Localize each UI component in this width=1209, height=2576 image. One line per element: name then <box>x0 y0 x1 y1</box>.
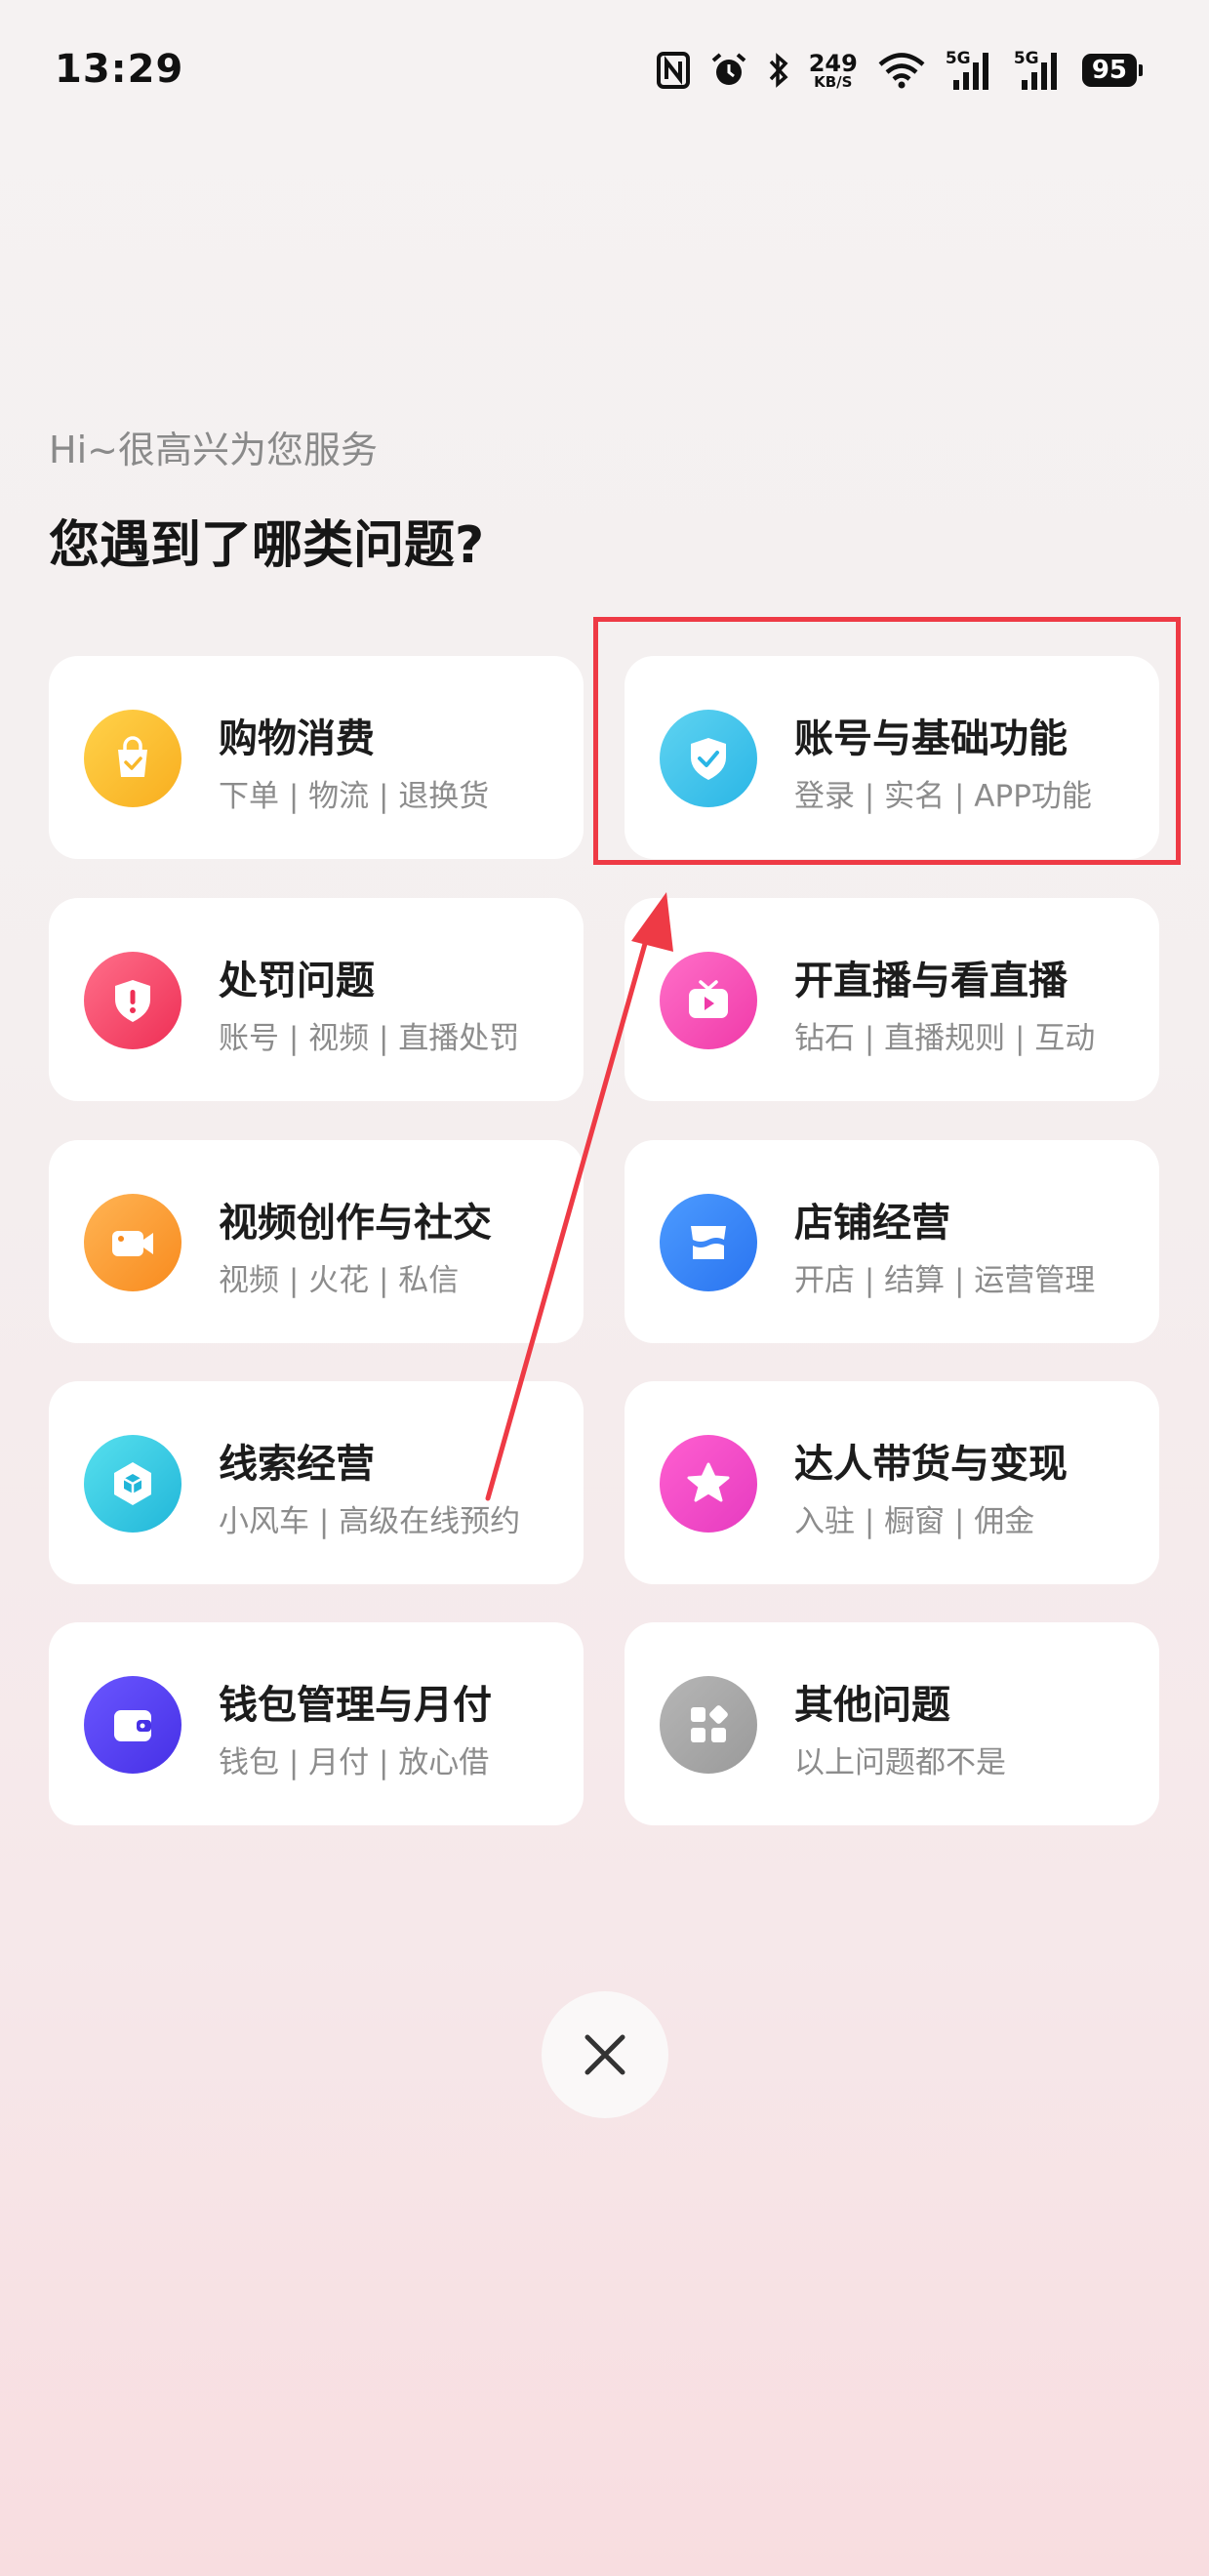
network-speed-unit: KB/S <box>814 72 853 91</box>
category-title: 达人带货与变现 <box>794 1442 1068 1487</box>
signal-icon-2: 5G <box>1014 49 1063 92</box>
category-subtitle: 以上问题都不是 <box>794 1745 1006 1780</box>
category-title: 线索经营 <box>219 1442 375 1487</box>
category-title: 处罚问题 <box>219 959 375 1003</box>
shield-alert-icon <box>84 952 181 1049</box>
video-camera-icon <box>84 1194 181 1291</box>
category-subtitle: 开店 | 结算 | 运营管理 <box>794 1263 1096 1298</box>
cube-icon <box>84 1435 181 1533</box>
apps-grid-icon <box>660 1676 757 1774</box>
battery-level: 95 <box>1081 54 1137 87</box>
category-card-live[interactable]: 开直播与看直播 钻石 | 直播规则 | 互动 <box>625 898 1159 1101</box>
category-title: 店铺经营 <box>794 1201 950 1246</box>
page-title: 您遇到了哪类问题? <box>49 516 485 575</box>
category-title: 视频创作与社交 <box>219 1201 492 1246</box>
category-title: 其他问题 <box>794 1683 950 1728</box>
nfc-icon <box>656 49 690 92</box>
network-speed: 249 KB/S <box>809 49 858 92</box>
store-icon <box>660 1194 757 1291</box>
greeting-text: Hi~很高兴为您服务 <box>49 429 378 471</box>
category-card-creator[interactable]: 达人带货与变现 入驻 | 橱窗 | 佣金 <box>625 1381 1159 1584</box>
category-card-penalty[interactable]: 处罚问题 账号 | 视频 | 直播处罚 <box>49 898 584 1101</box>
category-subtitle: 钱包 | 月付 | 放心借 <box>219 1745 490 1780</box>
shopping-bag-icon <box>84 710 181 807</box>
tv-play-icon <box>660 952 757 1049</box>
status-bar: 13:29 249 KB/S 5G 5G 95 <box>0 0 1209 137</box>
status-time: 13:29 <box>55 47 184 92</box>
bluetooth-icon <box>768 49 789 92</box>
alarm-icon <box>709 49 748 92</box>
signal-icon-1: 5G <box>946 49 994 92</box>
category-subtitle: 下单 | 物流 | 退换货 <box>219 779 490 814</box>
category-card-shopping[interactable]: 购物消费 下单 | 物流 | 退换货 <box>49 656 584 859</box>
category-subtitle: 小风车 | 高级在线预约 <box>219 1504 521 1539</box>
category-card-video[interactable]: 视频创作与社交 视频 | 火花 | 私信 <box>49 1140 584 1343</box>
network-speed-value: 249 <box>808 49 858 77</box>
category-subtitle: 账号 | 视频 | 直播处罚 <box>219 1021 520 1056</box>
category-card-wallet[interactable]: 钱包管理与月付 钱包 | 月付 | 放心借 <box>49 1622 584 1825</box>
close-icon <box>584 2034 625 2075</box>
battery-nub <box>1139 64 1143 76</box>
category-card-store[interactable]: 店铺经营 开店 | 结算 | 运营管理 <box>625 1140 1159 1343</box>
close-button[interactable] <box>542 1991 668 2118</box>
category-title: 开直播与看直播 <box>794 959 1068 1003</box>
category-subtitle: 钻石 | 直播规则 | 互动 <box>794 1021 1096 1056</box>
category-title: 钱包管理与月付 <box>219 1683 492 1728</box>
category-title: 购物消费 <box>219 716 375 761</box>
category-card-other[interactable]: 其他问题 以上问题都不是 <box>625 1622 1159 1825</box>
category-subtitle: 入驻 | 橱窗 | 佣金 <box>794 1504 1035 1539</box>
wallet-icon <box>84 1676 181 1774</box>
star-icon <box>660 1435 757 1533</box>
highlight-box <box>593 617 1181 865</box>
category-subtitle: 视频 | 火花 | 私信 <box>219 1263 460 1298</box>
category-card-leads[interactable]: 线索经营 小风车 | 高级在线预约 <box>49 1381 584 1584</box>
wifi-icon <box>877 49 926 92</box>
status-icons: 249 KB/S 5G 5G 95 <box>656 47 1143 94</box>
battery-icon: 95 <box>1081 49 1143 92</box>
